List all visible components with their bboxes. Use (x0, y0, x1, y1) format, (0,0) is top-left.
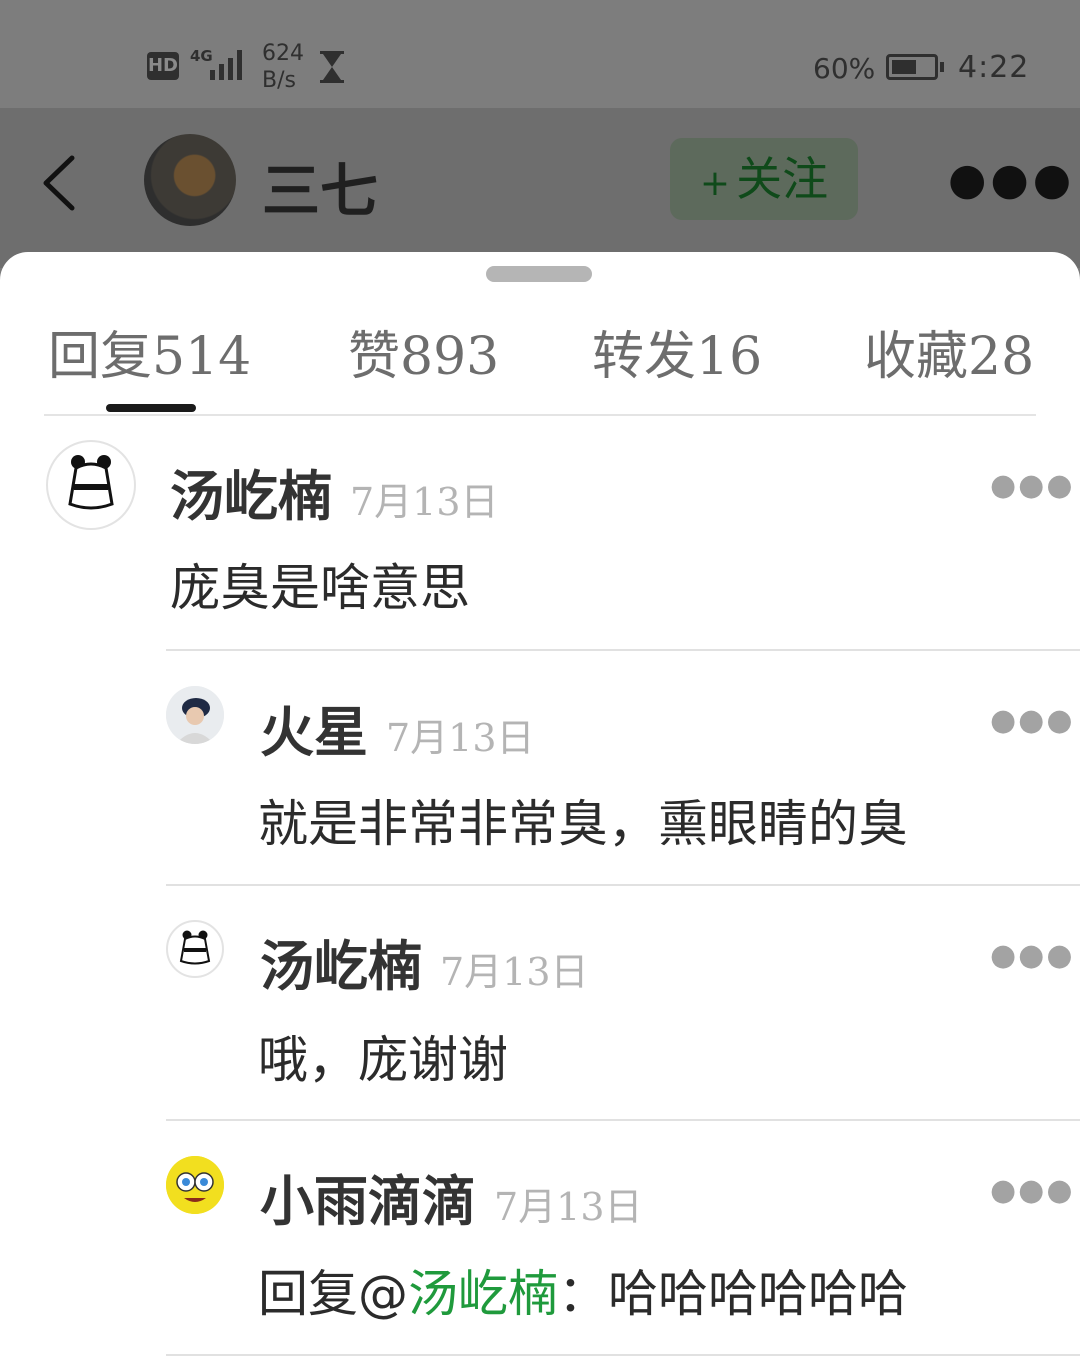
comment-divider (166, 649, 1080, 651)
active-tab-indicator (106, 404, 196, 412)
username-text: 汤屹楠 (170, 465, 332, 528)
status-bar: HD 4G 624 B/s 60% 4:22 (0, 0, 1080, 108)
comment-username[interactable]: 汤屹楠 7月13日 (260, 922, 589, 1001)
hourglass-icon (320, 51, 344, 83)
hd-badge: HD (147, 52, 179, 80)
panda-avatar-icon (68, 455, 114, 510)
net-speed-value: 624 (262, 41, 304, 66)
battery-icon (886, 54, 944, 80)
tab-replies[interactable]: 回复514 (48, 314, 251, 389)
mention-link[interactable]: 汤屹楠 (408, 1265, 558, 1323)
tab-divider (44, 414, 1036, 416)
author-avatar[interactable] (144, 134, 236, 226)
comment-username[interactable]: 火星 7月13日 (260, 688, 535, 767)
username-text: 火星 (260, 701, 368, 764)
sheet-drag-handle[interactable] (486, 266, 592, 282)
tab-bar: 回复514 赞893 转发16 收藏28 (48, 314, 1036, 414)
username-text: 小雨滴滴 (260, 1170, 476, 1233)
tab-label: 转发 (592, 327, 697, 387)
comment-text[interactable]: 回复@汤屹楠：哈哈哈哈哈哈 (258, 1254, 908, 1326)
sponge-avatar-icon (166, 1156, 224, 1214)
comment-text[interactable]: 就是非常非常臭，熏眼睛的臭 (258, 784, 908, 856)
comment-avatar[interactable] (166, 1156, 224, 1214)
tab-likes[interactable]: 赞893 (348, 314, 499, 389)
tab-count: 893 (400, 327, 500, 387)
author-name[interactable]: 三七 (262, 144, 378, 228)
comment-more-icon[interactable]: ●●● (990, 938, 1075, 973)
comment-text[interactable]: 庞臭是啥意思 (170, 548, 470, 620)
top-bar: 三七 + 关注 ●●● (0, 108, 1080, 268)
clock: 4:22 (958, 50, 1030, 85)
follow-button[interactable]: + 关注 (670, 138, 858, 220)
comment-text[interactable]: 哦，庞谢谢 (258, 1020, 508, 1092)
plus-icon: + (699, 163, 731, 204)
panda-avatar-icon (179, 930, 211, 965)
battery-fill (892, 60, 916, 74)
tab-label: 收藏 (864, 327, 969, 387)
more-dots-icon[interactable]: ●●● (948, 158, 1075, 202)
tab-reposts[interactable]: 转发16 (592, 314, 762, 389)
comment-divider (166, 1119, 1080, 1121)
comment-divider (166, 884, 1080, 886)
person-avatar-icon (166, 686, 224, 744)
comment-date: 7月13日 (386, 716, 535, 760)
tab-label: 回复 (48, 327, 153, 387)
tab-favorites[interactable]: 收藏28 (864, 314, 1034, 389)
comment-more-icon[interactable]: ●●● (990, 1173, 1075, 1208)
comment-date: 7月13日 (350, 480, 499, 524)
comment-date: 7月13日 (440, 950, 589, 994)
net-speed-unit: B/s (262, 68, 296, 93)
tab-count: 16 (696, 327, 763, 387)
signal-icon (204, 48, 246, 80)
comment-avatar[interactable] (166, 686, 224, 744)
comments-sheet: 回复514 赞893 转发16 收藏28 汤屹楠 7月13日 ●●● 庞臭是啥意思… (0, 252, 1080, 1358)
comment-divider (166, 1354, 1080, 1356)
comment-avatar[interactable] (46, 440, 136, 530)
tab-label: 赞 (348, 327, 401, 387)
net-speed: 624 B/s (262, 40, 304, 94)
reply-text: ：哈哈哈哈哈哈 (558, 1265, 908, 1323)
tab-count: 514 (152, 327, 252, 387)
comment-more-icon[interactable]: ●●● (990, 468, 1075, 503)
follow-label: 关注 (736, 152, 829, 206)
comment-date: 7月13日 (494, 1185, 643, 1229)
back-arrow-icon[interactable] (38, 148, 88, 218)
tab-count: 28 (968, 327, 1035, 387)
battery-percent: 60% (813, 52, 876, 85)
comment-username[interactable]: 小雨滴滴 7月13日 (260, 1157, 643, 1236)
comment-more-icon[interactable]: ●●● (990, 703, 1075, 738)
reply-prefix: 回复@ (258, 1265, 408, 1323)
username-text: 汤屹楠 (260, 935, 422, 998)
comment-avatar[interactable] (166, 920, 224, 978)
comment-username[interactable]: 汤屹楠 7月13日 (170, 452, 499, 531)
